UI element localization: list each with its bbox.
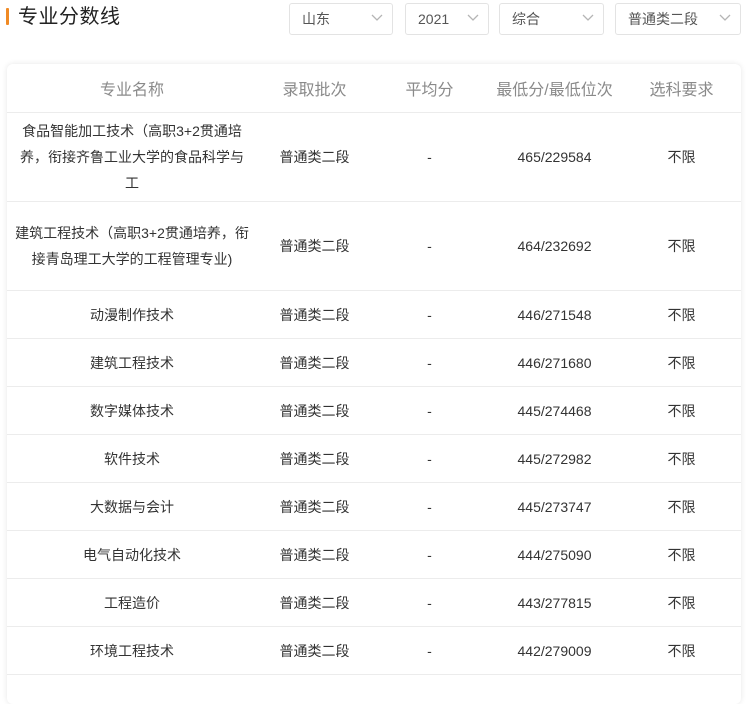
min-score-rank: 445/272982	[487, 434, 622, 483]
table-row: 工程造价 普通类二段 - 443/277815 不限	[7, 578, 741, 627]
major-name: 电气自动化技术	[7, 530, 257, 579]
major-name: 建筑工程技术	[7, 338, 257, 387]
score-table-card: 专业名称 录取批次 平均分 最低分/最低位次 选科要求 食品智能加工技术（高职3…	[7, 64, 741, 704]
average-score: -	[372, 201, 487, 291]
major-name: 软件技术	[7, 434, 257, 483]
major-name: 大数据与会计	[7, 482, 257, 531]
year-select[interactable]: 2021	[405, 3, 489, 35]
page-title: 专业分数线	[18, 6, 121, 28]
table-header-row: 专业名称 录取批次 平均分 最低分/最低位次 选科要求	[7, 64, 741, 113]
admission-batch: 普通类二段	[257, 530, 372, 579]
table-row: 建筑工程技术 普通类二段 - 446/271680 不限	[7, 338, 741, 387]
header-average: 平均分	[372, 64, 487, 113]
average-score: -	[372, 290, 487, 339]
title-accent-bar	[6, 8, 9, 25]
min-score-rank: 442/279009	[487, 626, 622, 675]
subject-requirement: 不限	[622, 482, 741, 531]
min-score-rank: 446/271680	[487, 338, 622, 387]
average-score: -	[372, 482, 487, 531]
major-name: 建筑工程技术（高职3+2贯通培养，衔接青岛理工大学的工程管理专业)	[7, 201, 257, 291]
subject-requirement: 不限	[622, 434, 741, 483]
major-name: 数字媒体技术	[7, 386, 257, 435]
batch-select-value: 普通类二段	[628, 11, 698, 27]
header-batch: 录取批次	[257, 64, 372, 113]
admission-batch: 普通类二段	[257, 626, 372, 675]
min-score-rank: 443/277815	[487, 578, 622, 627]
min-score-rank: 446/271548	[487, 290, 622, 339]
average-score: -	[372, 386, 487, 435]
average-score: -	[372, 112, 487, 202]
min-score-rank: 464/232692	[487, 201, 622, 291]
admission-batch: 普通类二段	[257, 201, 372, 291]
year-select-value: 2021	[418, 11, 450, 27]
chevron-down-icon	[582, 14, 594, 22]
province-select-value: 山东	[302, 11, 330, 27]
subject-requirement: 不限	[622, 578, 741, 627]
table-row: 建筑工程技术（高职3+2贯通培养，衔接青岛理工大学的工程管理专业) 普通类二段 …	[7, 201, 741, 291]
admission-batch: 普通类二段	[257, 338, 372, 387]
table-row: 动漫制作技术 普通类二段 - 446/271548 不限	[7, 290, 741, 339]
category-select-value: 综合	[512, 11, 540, 27]
table-row: 软件技术 普通类二段 - 445/272982 不限	[7, 434, 741, 483]
chevron-down-icon	[371, 14, 383, 22]
category-select[interactable]: 综合	[499, 3, 604, 35]
header-major: 专业名称	[7, 64, 257, 113]
min-score-rank: 465/229584	[487, 112, 622, 202]
score-table: 专业名称 录取批次 平均分 最低分/最低位次 选科要求 食品智能加工技术（高职3…	[7, 64, 741, 675]
table-row: 食品智能加工技术（高职3+2贯通培养，衔接齐鲁工业大学的食品科学与工 普通类二段…	[7, 112, 741, 202]
subject-requirement: 不限	[622, 290, 741, 339]
average-score: -	[372, 530, 487, 579]
chevron-down-icon	[467, 14, 479, 22]
admission-batch: 普通类二段	[257, 578, 372, 627]
subject-requirement: 不限	[622, 626, 741, 675]
table-row: 电气自动化技术 普通类二段 - 444/275090 不限	[7, 530, 741, 579]
admission-batch: 普通类二段	[257, 290, 372, 339]
major-name: 食品智能加工技术（高职3+2贯通培养，衔接齐鲁工业大学的食品科学与工	[7, 112, 257, 202]
batch-select[interactable]: 普通类二段	[615, 3, 741, 35]
header-min-score-rank: 最低分/最低位次	[487, 64, 622, 113]
header-subject-requirement: 选科要求	[622, 64, 741, 113]
page-header: 专业分数线 山东 2021 综合 普通类二段	[0, 0, 748, 44]
table-row: 环境工程技术 普通类二段 - 442/279009 不限	[7, 626, 741, 675]
major-name: 工程造价	[7, 578, 257, 627]
table-row: 数字媒体技术 普通类二段 - 445/274468 不限	[7, 386, 741, 435]
admission-batch: 普通类二段	[257, 482, 372, 531]
province-select[interactable]: 山东	[289, 3, 393, 35]
average-score: -	[372, 338, 487, 387]
average-score: -	[372, 626, 487, 675]
min-score-rank: 444/275090	[487, 530, 622, 579]
admission-batch: 普通类二段	[257, 434, 372, 483]
subject-requirement: 不限	[622, 201, 741, 291]
admission-batch: 普通类二段	[257, 386, 372, 435]
min-score-rank: 445/273747	[487, 482, 622, 531]
major-name: 动漫制作技术	[7, 290, 257, 339]
average-score: -	[372, 578, 487, 627]
subject-requirement: 不限	[622, 338, 741, 387]
subject-requirement: 不限	[622, 386, 741, 435]
average-score: -	[372, 434, 487, 483]
admission-batch: 普通类二段	[257, 112, 372, 202]
major-name: 环境工程技术	[7, 626, 257, 675]
subject-requirement: 不限	[622, 530, 741, 579]
subject-requirement: 不限	[622, 112, 741, 202]
table-row: 大数据与会计 普通类二段 - 445/273747 不限	[7, 482, 741, 531]
min-score-rank: 445/274468	[487, 386, 622, 435]
chevron-down-icon	[719, 14, 731, 22]
